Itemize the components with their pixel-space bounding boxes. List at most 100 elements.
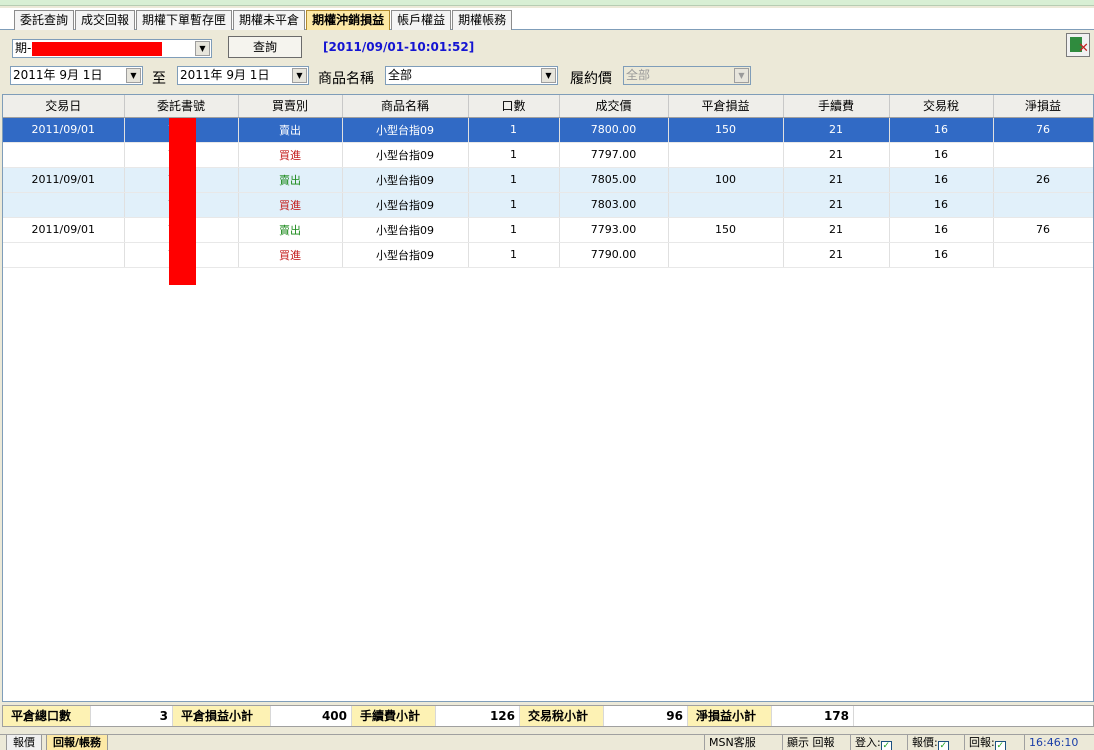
report-check-icon: ✓ [994, 741, 1006, 750]
redaction-bar [32, 41, 163, 56]
date-to-picker[interactable]: 2011年 9月 1日 ▼ [177, 66, 309, 85]
cell-net: 76 [993, 217, 1093, 243]
column-header[interactable]: 商品名稱 [342, 95, 469, 118]
cell-net [993, 242, 1093, 268]
date-from-picker[interactable]: 2011年 9月 1日 ▼ [10, 66, 143, 85]
cell-price: 7800.00 [559, 117, 669, 143]
cell-product: 小型台指09 [342, 217, 469, 243]
dropdown-arrow-icon[interactable]: ▼ [541, 68, 556, 83]
tab-5[interactable]: 帳戶權益 [391, 10, 452, 30]
account-value: 期- [15, 41, 32, 55]
cell-date: 2011/09/01 [3, 167, 125, 193]
cell-pnl: 150 [668, 217, 784, 243]
login-status: 登入: ✓ [850, 735, 896, 750]
clock: 16:46:10 [1024, 735, 1082, 750]
login-label: 登入: [855, 736, 881, 749]
column-header[interactable]: 交易稅 [889, 95, 994, 118]
cell-fee: 21 [783, 142, 890, 168]
tab-report-accounting[interactable]: 回報/帳務 [46, 735, 109, 750]
last-update-timestamp: [2011/09/01-10:01:52] [323, 40, 475, 54]
cell-tax: 16 [889, 142, 994, 168]
to-label: 至 [152, 71, 166, 87]
redaction-bar [169, 118, 196, 285]
column-header[interactable]: 平倉損益 [668, 95, 784, 118]
cell-net: 76 [993, 117, 1093, 143]
cell-net [993, 142, 1093, 168]
cell-tax: 16 [889, 242, 994, 268]
query-toolbar: 期- ▼ 查詢 [2011/09/01-10:01:52] 2011年 9月 1… [0, 31, 1094, 93]
dropdown-arrow-icon[interactable]: ▼ [195, 41, 210, 56]
table-body: 2011/09/01V0 0賣出小型台指0917800.00150211676 V… [3, 117, 1093, 268]
column-header[interactable]: 交易日 [3, 95, 125, 118]
cell-product: 小型台指09 [342, 242, 469, 268]
tab-4[interactable]: 期權沖銷損益 [306, 10, 391, 30]
column-header[interactable]: 口數 [468, 95, 560, 118]
dropdown-arrow-icon[interactable]: ▼ [126, 68, 141, 83]
tab-6[interactable]: 期權帳務 [452, 10, 513, 30]
cell-date [3, 192, 125, 218]
table-row[interactable]: 2011/09/01V0 0賣出小型台指0917793.00150211676 [3, 217, 1093, 243]
show-report-button[interactable]: 顯示 回報 [782, 735, 839, 750]
cell-qty: 1 [468, 167, 560, 193]
msn-support-button[interactable]: MSN客服 [704, 735, 760, 750]
table-row[interactable]: V0 0買進小型台指0917790.002116 [3, 242, 1093, 268]
column-header[interactable]: 委託書號 [124, 95, 239, 118]
cell-qty: 1 [468, 242, 560, 268]
tab-3[interactable]: 期權未平倉 [233, 10, 306, 30]
cell-tax: 16 [889, 217, 994, 243]
table-row[interactable]: V0 0買進小型台指0917797.002116 [3, 142, 1093, 168]
report-status: 回報: ✓ [964, 735, 1010, 750]
cell-fee: 21 [783, 242, 890, 268]
tax-subtotal-label: 交易稅小計 [520, 706, 604, 726]
column-header[interactable]: 淨損益 [993, 95, 1093, 118]
cell-pnl [668, 192, 784, 218]
tab-0[interactable]: 委託查詢 [14, 10, 75, 30]
fee-subtotal-label: 手續費小計 [352, 706, 436, 726]
cell-price: 7793.00 [559, 217, 669, 243]
cell-pnl [668, 242, 784, 268]
column-header[interactable]: 手續費 [783, 95, 890, 118]
cell-price: 7790.00 [559, 242, 669, 268]
cell-side: 賣出 [238, 167, 343, 193]
summary-bar: 平倉總口數 3 平倉損益小計 400 手續費小計 126 交易稅小計 96 淨損… [2, 705, 1094, 727]
cell-product: 小型台指09 [342, 167, 469, 193]
strike-select: 全部 ▼ [623, 66, 751, 85]
status-bar: 報價 回報/帳務 MSN客服 顯示 回報 登入: ✓ 報價: ✓ 回報: ✓ 16:4… [0, 734, 1094, 750]
top-strip [0, 0, 1094, 6]
cell-pnl [668, 142, 784, 168]
cell-side: 買進 [238, 142, 343, 168]
cell-tax: 16 [889, 117, 994, 143]
cell-side: 買進 [238, 242, 343, 268]
column-header[interactable]: 買賣別 [238, 95, 343, 118]
tab-1[interactable]: 成交回報 [75, 10, 136, 30]
dropdown-arrow-icon[interactable]: ▼ [292, 68, 307, 83]
total-lots-value: 3 [91, 706, 173, 726]
report-label: 回報: [969, 736, 995, 749]
tab-quote[interactable]: 報價 [6, 735, 42, 750]
cell-fee: 21 [783, 117, 890, 143]
table-row[interactable]: 2011/09/01V0 0賣出小型台指0917805.00100211626 [3, 167, 1093, 193]
cell-price: 7805.00 [559, 167, 669, 193]
cell-qty: 1 [468, 142, 560, 168]
cell-pnl: 150 [668, 117, 784, 143]
cell-side: 賣出 [238, 217, 343, 243]
account-select[interactable]: 期- ▼ [12, 39, 212, 58]
cell-date [3, 242, 125, 268]
cell-fee: 21 [783, 167, 890, 193]
offset-pnl-table: 交易日 委託書號 買賣別 商品名稱 口數 成交價 平倉損益 手續費 交易稅 淨損益 2011/09… [3, 95, 1093, 268]
strike-label: 履約價 [570, 71, 612, 87]
tab-2[interactable]: 期權下單暫存匣 [136, 10, 233, 30]
product-select[interactable]: 全部 ▼ [385, 66, 558, 85]
column-header[interactable]: 成交價 [559, 95, 669, 118]
table-row[interactable]: 2011/09/01V0 0賣出小型台指0917800.00150211676 [3, 117, 1093, 143]
query-button[interactable]: 查詢 [228, 36, 302, 58]
strike-value: 全部 [626, 68, 651, 82]
table-row[interactable]: V0 0買進小型台指0917803.002116 [3, 192, 1093, 218]
cell-tax: 16 [889, 167, 994, 193]
tax-subtotal-value: 96 [604, 706, 688, 726]
cell-fee: 21 [783, 217, 890, 243]
quote-label: 報價: [912, 736, 938, 749]
cell-price: 7797.00 [559, 142, 669, 168]
cell-product: 小型台指09 [342, 117, 469, 143]
export-excel-icon[interactable] [1066, 33, 1090, 57]
